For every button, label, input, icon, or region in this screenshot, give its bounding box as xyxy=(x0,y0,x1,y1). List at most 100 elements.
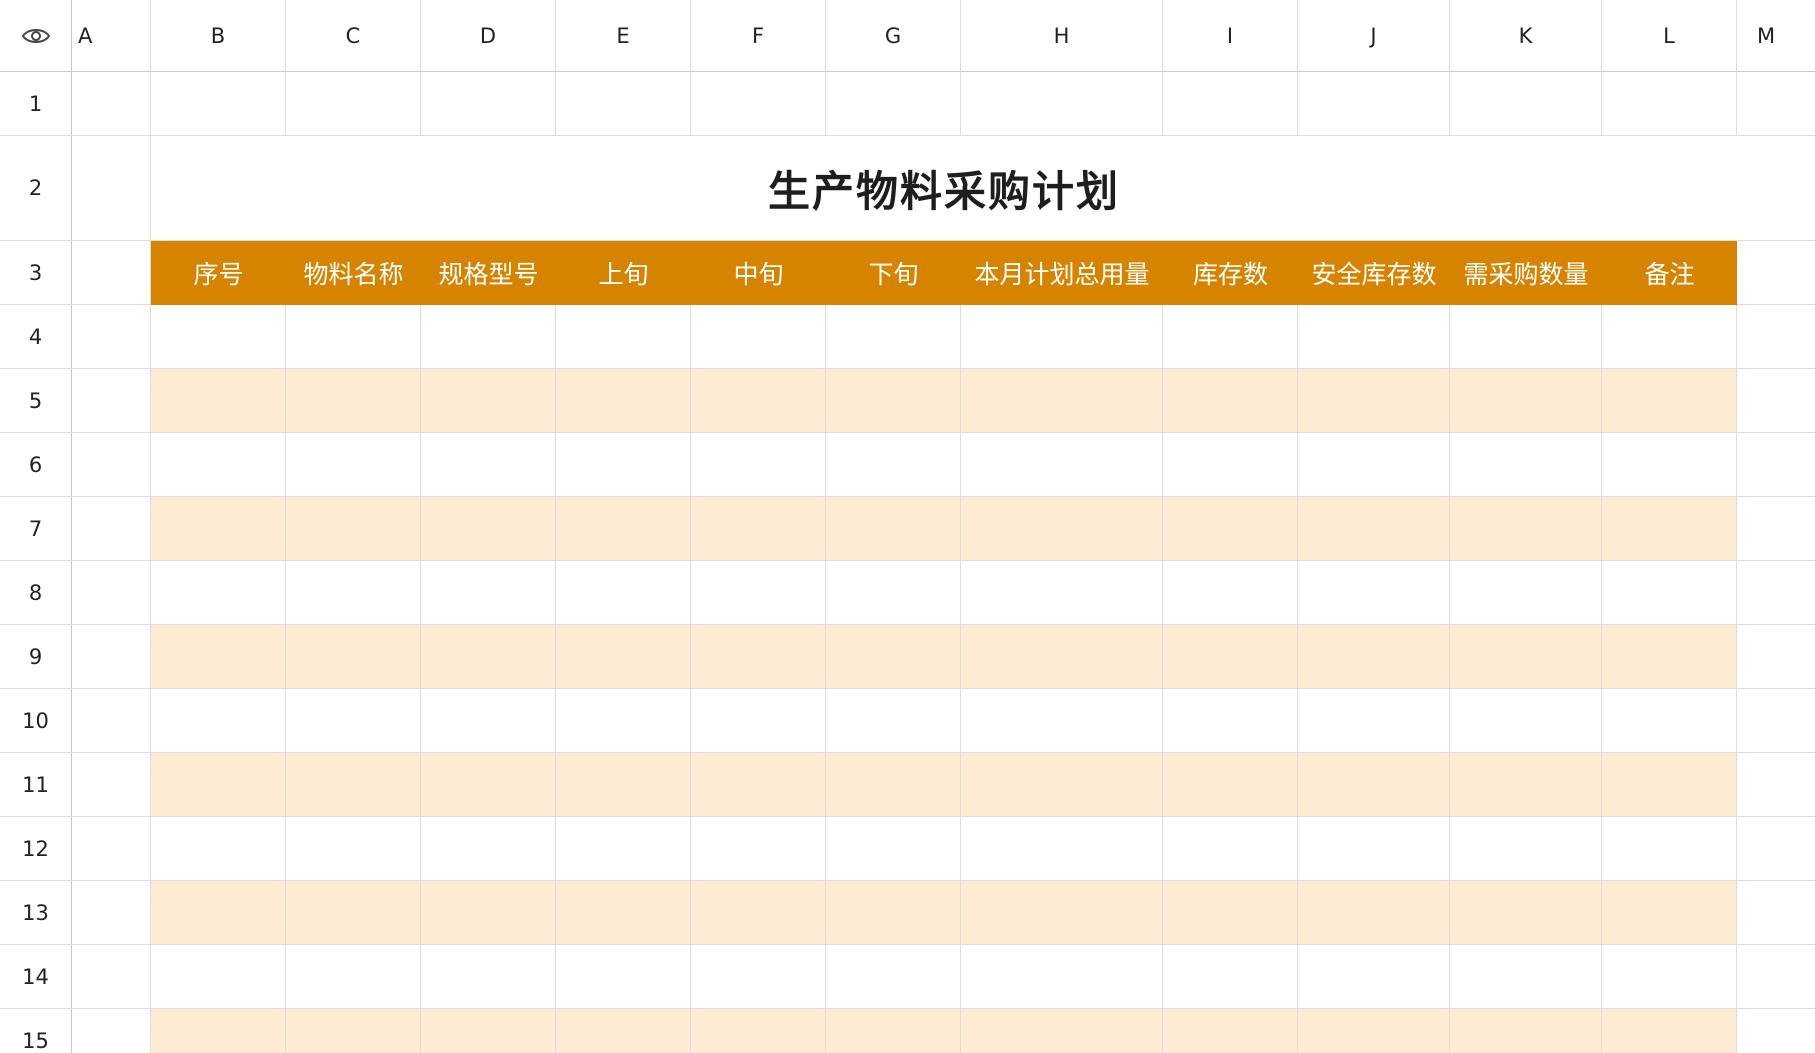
cell-l6[interactable] xyxy=(1602,433,1737,497)
cell-i4[interactable] xyxy=(1163,305,1298,369)
row-header-8[interactable]: 8 xyxy=(0,561,72,625)
cell-a5[interactable] xyxy=(72,369,151,433)
cell-d7[interactable] xyxy=(421,497,556,561)
cell-j12[interactable] xyxy=(1298,817,1450,881)
cell-m3[interactable] xyxy=(1737,241,1815,305)
row-header-15[interactable]: 15 xyxy=(0,1009,72,1053)
cell-l5[interactable] xyxy=(1602,369,1737,433)
cell-h1[interactable] xyxy=(961,72,1163,136)
cell-k9[interactable] xyxy=(1450,625,1602,689)
cell-m14[interactable] xyxy=(1737,945,1815,1009)
cell-i12[interactable] xyxy=(1163,817,1298,881)
cell-f5[interactable] xyxy=(691,369,826,433)
corner-view-toggle[interactable] xyxy=(0,0,72,72)
cell-k1[interactable] xyxy=(1450,72,1602,136)
cell-g7[interactable] xyxy=(826,497,961,561)
cell-b1[interactable] xyxy=(151,72,286,136)
cell-a7[interactable] xyxy=(72,497,151,561)
cell-a14[interactable] xyxy=(72,945,151,1009)
cell-c13[interactable] xyxy=(286,881,421,945)
cell-h10[interactable] xyxy=(961,689,1163,753)
cell-e5[interactable] xyxy=(556,369,691,433)
table-header-7[interactable]: 本月计划总用量 xyxy=(961,241,1163,305)
cell-f8[interactable] xyxy=(691,561,826,625)
cell-j7[interactable] xyxy=(1298,497,1450,561)
row-header-4[interactable]: 4 xyxy=(0,305,72,369)
cell-m13[interactable] xyxy=(1737,881,1815,945)
cell-l4[interactable] xyxy=(1602,305,1737,369)
cell-j11[interactable] xyxy=(1298,753,1450,817)
table-header-2[interactable]: 物料名称 xyxy=(286,241,421,305)
cell-l13[interactable] xyxy=(1602,881,1737,945)
cell-g1[interactable] xyxy=(826,72,961,136)
cell-l14[interactable] xyxy=(1602,945,1737,1009)
cell-d8[interactable] xyxy=(421,561,556,625)
cell-j5[interactable] xyxy=(1298,369,1450,433)
cell-c6[interactable] xyxy=(286,433,421,497)
cell-k5[interactable] xyxy=(1450,369,1602,433)
cell-i15[interactable] xyxy=(1163,1009,1298,1053)
cell-k13[interactable] xyxy=(1450,881,1602,945)
cell-f7[interactable] xyxy=(691,497,826,561)
cell-k7[interactable] xyxy=(1450,497,1602,561)
column-header-d[interactable]: D xyxy=(421,0,556,72)
cell-m9[interactable] xyxy=(1737,625,1815,689)
row-header-10[interactable]: 10 xyxy=(0,689,72,753)
cell-a2[interactable] xyxy=(72,136,151,241)
cell-k10[interactable] xyxy=(1450,689,1602,753)
cell-a3[interactable] xyxy=(72,241,151,305)
cell-f12[interactable] xyxy=(691,817,826,881)
cell-j1[interactable] xyxy=(1298,72,1450,136)
cell-f9[interactable] xyxy=(691,625,826,689)
cell-b14[interactable] xyxy=(151,945,286,1009)
table-header-1[interactable]: 序号 xyxy=(151,241,286,305)
cell-c5[interactable] xyxy=(286,369,421,433)
cell-j9[interactable] xyxy=(1298,625,1450,689)
table-header-5[interactable]: 中旬 xyxy=(691,241,826,305)
cell-h11[interactable] xyxy=(961,753,1163,817)
cell-b8[interactable] xyxy=(151,561,286,625)
table-header-11[interactable]: 备注 xyxy=(1602,241,1737,305)
cell-e1[interactable] xyxy=(556,72,691,136)
cell-e12[interactable] xyxy=(556,817,691,881)
column-header-g[interactable]: G xyxy=(826,0,961,72)
eye-icon[interactable] xyxy=(21,26,51,46)
cell-f15[interactable] xyxy=(691,1009,826,1053)
cell-g9[interactable] xyxy=(826,625,961,689)
cell-j6[interactable] xyxy=(1298,433,1450,497)
cell-l10[interactable] xyxy=(1602,689,1737,753)
cell-j8[interactable] xyxy=(1298,561,1450,625)
cell-e10[interactable] xyxy=(556,689,691,753)
cell-a11[interactable] xyxy=(72,753,151,817)
cell-m5[interactable] xyxy=(1737,369,1815,433)
cell-d6[interactable] xyxy=(421,433,556,497)
cell-m10[interactable] xyxy=(1737,689,1815,753)
cell-c8[interactable] xyxy=(286,561,421,625)
cell-e13[interactable] xyxy=(556,881,691,945)
cell-g15[interactable] xyxy=(826,1009,961,1053)
cell-d5[interactable] xyxy=(421,369,556,433)
cell-e15[interactable] xyxy=(556,1009,691,1053)
cell-b13[interactable] xyxy=(151,881,286,945)
cell-h5[interactable] xyxy=(961,369,1163,433)
cell-c11[interactable] xyxy=(286,753,421,817)
table-header-3[interactable]: 规格型号 xyxy=(421,241,556,305)
cell-j13[interactable] xyxy=(1298,881,1450,945)
cell-i11[interactable] xyxy=(1163,753,1298,817)
cell-a10[interactable] xyxy=(72,689,151,753)
cell-e8[interactable] xyxy=(556,561,691,625)
cell-d9[interactable] xyxy=(421,625,556,689)
cell-l15[interactable] xyxy=(1602,1009,1737,1053)
cell-l11[interactable] xyxy=(1602,753,1737,817)
row-header-7[interactable]: 7 xyxy=(0,497,72,561)
cell-i5[interactable] xyxy=(1163,369,1298,433)
cell-c15[interactable] xyxy=(286,1009,421,1053)
cell-e7[interactable] xyxy=(556,497,691,561)
cell-k8[interactable] xyxy=(1450,561,1602,625)
column-header-e[interactable]: E xyxy=(556,0,691,72)
table-header-9[interactable]: 安全库存数 xyxy=(1298,241,1450,305)
cell-l9[interactable] xyxy=(1602,625,1737,689)
cell-c9[interactable] xyxy=(286,625,421,689)
cell-k4[interactable] xyxy=(1450,305,1602,369)
cell-g14[interactable] xyxy=(826,945,961,1009)
